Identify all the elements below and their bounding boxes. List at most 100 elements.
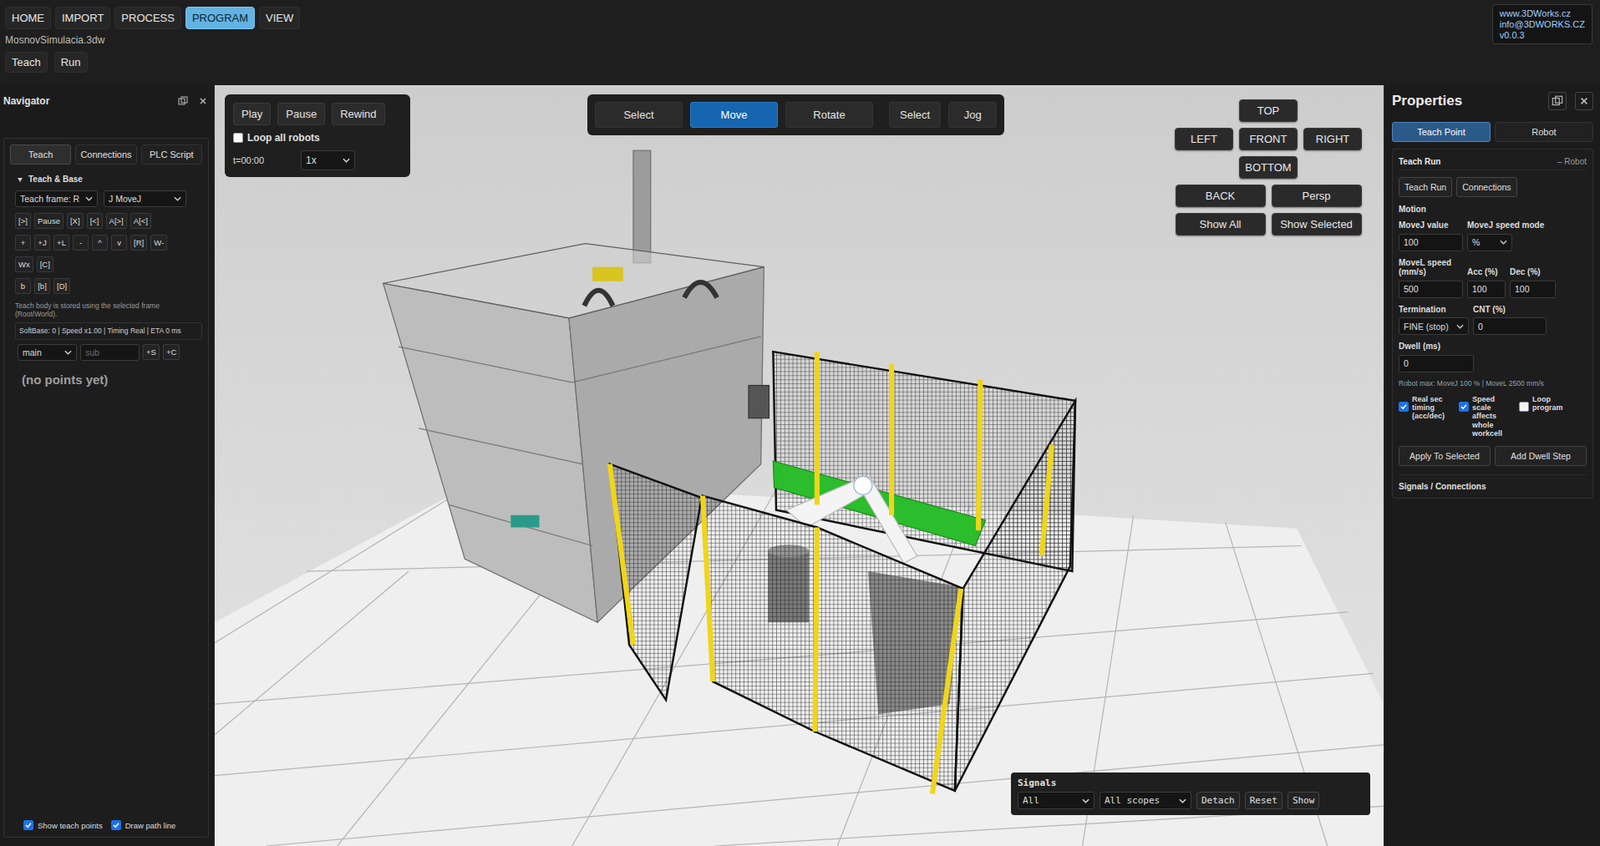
movej-mode-select[interactable]: % xyxy=(1467,233,1513,252)
view-button[interactable]: BACK xyxy=(1175,184,1266,208)
checkbox[interactable] xyxy=(23,820,34,831)
menu-tab[interactable]: VIEW xyxy=(259,6,300,30)
playback-button[interactable]: Pause xyxy=(277,102,326,126)
sub-button[interactable]: +S xyxy=(142,344,160,361)
frame-select[interactable]: Teach frame: R xyxy=(15,190,98,208)
movel-speed-input[interactable] xyxy=(1398,280,1463,299)
dwell-input[interactable] xyxy=(1398,355,1474,373)
brand-line[interactable]: info@3DWORKS.CZ xyxy=(1499,19,1585,30)
detach-icon[interactable] xyxy=(177,95,189,107)
properties-tab[interactable]: Robot xyxy=(1494,121,1594,143)
signals-section[interactable]: Signals / Connections xyxy=(1398,474,1587,492)
close-icon[interactable] xyxy=(197,95,209,107)
acc-input[interactable] xyxy=(1467,280,1506,299)
menu-tab[interactable]: PROGRAM xyxy=(185,6,255,30)
checkbox[interactable] xyxy=(111,820,122,831)
signals-filter[interactable]: All xyxy=(1017,792,1095,810)
options-row: Real sec timing (acc/dec)Speed scale aff… xyxy=(1398,395,1587,439)
option-checkbox[interactable]: Loop program xyxy=(1518,395,1575,439)
tool-button[interactable]: Wx xyxy=(15,256,34,273)
view-button[interactable]: Show Selected xyxy=(1271,213,1362,236)
field: MoveJ value xyxy=(1398,220,1463,252)
card-button[interactable]: Teach Run xyxy=(1398,177,1453,198)
movej-value-input[interactable] xyxy=(1398,233,1463,252)
properties-tab[interactable]: Teach Point xyxy=(1391,121,1491,143)
signals-filter[interactable]: All scopes xyxy=(1099,792,1192,810)
menu-tab[interactable]: PROCESS xyxy=(114,6,182,30)
tool-button[interactable]: v xyxy=(111,234,127,251)
option-checkbox[interactable]: Real sec timing (acc/dec) xyxy=(1398,395,1454,439)
checkbox[interactable] xyxy=(1398,401,1409,412)
dec-input[interactable] xyxy=(1509,280,1556,299)
tool-button[interactable]: - xyxy=(72,234,89,251)
loop-checkbox[interactable]: Loop all robots xyxy=(233,132,402,144)
brand-line[interactable]: www.3DWorks.cz xyxy=(1499,8,1585,19)
toolbar-button[interactable]: Select xyxy=(888,101,941,128)
toolbar-button[interactable]: Jog xyxy=(948,101,997,128)
view-button[interactable]: BOTTOM xyxy=(1239,156,1298,179)
mode-button[interactable]: Teach xyxy=(5,51,48,73)
navigator-tab[interactable]: Connections xyxy=(75,144,137,165)
mode-button[interactable]: Run xyxy=(54,51,88,73)
playback-button[interactable]: Play xyxy=(233,102,271,126)
sub-button[interactable]: +C xyxy=(162,344,180,361)
navigator-tab[interactable]: PLC Script xyxy=(141,144,203,165)
view-button[interactable]: TOP xyxy=(1239,99,1298,122)
signals-button[interactable]: Show xyxy=(1287,792,1321,810)
section-header[interactable]: Teach & Base xyxy=(16,174,203,184)
toolbar-button[interactable]: Select xyxy=(594,101,683,128)
view-button[interactable]: Show All xyxy=(1175,213,1266,236)
view-button[interactable]: Persp xyxy=(1271,184,1362,208)
tool-button[interactable]: +J xyxy=(34,234,51,251)
speed-select[interactable]: 1x xyxy=(300,150,356,171)
termination-select[interactable]: FINE (stop) xyxy=(1398,317,1469,336)
menu-tab[interactable]: IMPORT xyxy=(55,6,111,30)
tool-button[interactable]: + xyxy=(15,234,31,251)
footer-checkbox[interactable]: Draw path line xyxy=(111,820,177,831)
signals-button[interactable]: Reset xyxy=(1244,792,1283,810)
3d-viewport[interactable]: PlayPauseRewind Loop all robots t=00:001x S… xyxy=(214,85,1384,846)
tool-button[interactable]: [<] xyxy=(86,213,103,229)
tool-button[interactable]: W- xyxy=(150,234,168,251)
menu-tab[interactable]: HOME xyxy=(5,6,51,30)
detach-icon[interactable] xyxy=(1548,91,1567,111)
move-type-select[interactable]: J MoveJ xyxy=(103,190,187,208)
time-row: t=00:001x xyxy=(233,150,402,171)
checkbox[interactable] xyxy=(1518,401,1529,412)
view-button[interactable]: LEFT xyxy=(1174,127,1234,151)
cnt-input[interactable] xyxy=(1473,317,1547,336)
playback-button[interactable]: Rewind xyxy=(331,102,385,126)
tool-button[interactable]: b xyxy=(15,278,31,295)
tool-button[interactable]: [X] xyxy=(66,213,84,229)
program-select[interactable]: main xyxy=(17,344,77,361)
expand-icon[interactable] xyxy=(16,176,24,183)
brand-line[interactable]: v0.0.3 xyxy=(1499,30,1585,41)
toolbar-button[interactable]: Rotate xyxy=(785,101,874,128)
view-button[interactable]: RIGHT xyxy=(1303,127,1362,151)
footer-checkbox[interactable]: Show teach points xyxy=(23,820,103,831)
tool-button[interactable]: [D] xyxy=(53,278,71,295)
tool-button[interactable]: ^ xyxy=(91,234,108,251)
toolbar-button[interactable]: Move xyxy=(690,101,778,128)
option-checkbox[interactable]: Speed scale affects whole workcell xyxy=(1458,395,1514,439)
card-button[interactable]: Connections xyxy=(1456,177,1517,198)
sub-input[interactable] xyxy=(80,344,140,361)
checkbox[interactable] xyxy=(233,132,244,143)
tool-row: [>]Pause[X][<]A[>]A[<] xyxy=(15,213,203,229)
tool-button[interactable]: [>] xyxy=(15,213,31,229)
fence-door[interactable] xyxy=(609,464,702,701)
tool-button[interactable]: A[<] xyxy=(130,213,152,229)
tool-button[interactable]: Pause xyxy=(34,213,64,229)
tool-button[interactable]: [b] xyxy=(34,278,51,295)
checkbox[interactable] xyxy=(1458,401,1469,412)
tool-button[interactable]: [R] xyxy=(130,234,148,251)
tool-button[interactable]: +L xyxy=(53,234,70,251)
view-button[interactable]: FRONT xyxy=(1239,127,1298,151)
action-button[interactable]: Add Dwell Step xyxy=(1494,446,1587,467)
action-button[interactable]: Apply To Selected xyxy=(1398,446,1491,467)
navigator-tab[interactable]: Teach xyxy=(10,144,72,165)
tool-button[interactable]: A[>] xyxy=(106,213,127,229)
signals-button[interactable]: Detach xyxy=(1196,792,1240,810)
close-icon[interactable] xyxy=(1574,91,1594,111)
tool-button[interactable]: [C] xyxy=(36,256,54,273)
